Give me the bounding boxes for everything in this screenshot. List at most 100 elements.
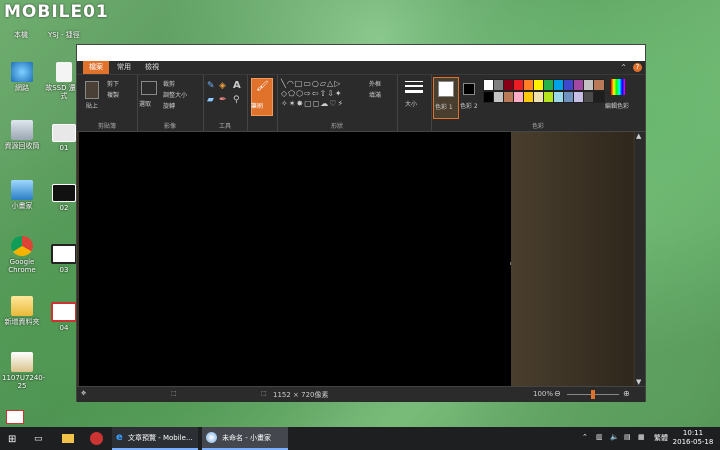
desktop-icon-label: 新增資料夾 xyxy=(4,318,40,326)
clock-date: 2016-05-18 xyxy=(672,438,714,446)
network-icon xyxy=(11,62,33,82)
rotate-button[interactable]: 旋轉 xyxy=(163,101,175,110)
color2-label: 色彩 2 xyxy=(460,103,478,110)
group-colors: 色彩 1 色彩 2 編輯色彩 色彩 xyxy=(431,75,645,131)
fill-button[interactable]: 填滿 xyxy=(369,90,381,99)
copy-button[interactable]: 複製 xyxy=(107,90,119,99)
desktop-icon-new-folder[interactable]: 新增資料夾 xyxy=(2,296,42,326)
desktop-icon-label: 03 xyxy=(59,266,69,274)
group-shapes: ╲◠□▭○▱△▷ ◇⬠⬡⇨⇦⇧⇩✦ ✧✶✸▢◻☁♡⚡ 外框 填滿 形狀 xyxy=(277,75,398,131)
crop-button[interactable]: 裁剪 xyxy=(163,79,175,88)
resize-button[interactable]: 調整大小 xyxy=(163,90,187,99)
folder-icon xyxy=(11,296,33,316)
brush-icon: 🖌 xyxy=(256,81,269,92)
taskbar-app[interactable] xyxy=(90,427,106,450)
tray-overflow-icon[interactable]: ⌃ xyxy=(582,433,588,441)
notifications-icon[interactable]: ▤ xyxy=(624,433,631,441)
mobile01-logo: MOBILE01 xyxy=(4,2,109,22)
select-icon[interactable] xyxy=(141,81,157,95)
clock[interactable]: 10:11 2016-05-18 xyxy=(672,429,714,447)
palette-color-swatch[interactable] xyxy=(593,91,605,103)
selection-size-icon: ⬚ xyxy=(171,390,177,397)
desktop-icon-file[interactable]: 1107U7240-25 xyxy=(2,352,46,390)
desktop-icon-label: 04 xyxy=(59,324,69,332)
desktop-icon-paint[interactable]: 小畫家 xyxy=(2,180,42,210)
edge-icon: e xyxy=(116,432,123,443)
taskbar-file-explorer[interactable] xyxy=(62,427,76,450)
paint-window: 檔案 常用 檢視 ⌃ ? 貼上 剪下 複製 剪貼簿 選取 裁剪 調整大小 旋轉 … xyxy=(76,44,646,402)
group-brushes: 🖌 筆刷 xyxy=(247,75,278,131)
cursor-position-icon: ✥ xyxy=(81,390,87,397)
image-file-icon xyxy=(52,184,76,202)
brushes-button[interactable]: 🖌 xyxy=(251,78,273,116)
select-button[interactable]: 選取 xyxy=(139,99,151,108)
image-file-icon xyxy=(51,302,77,322)
desktop-icon-chrome[interactable]: Google Chrome xyxy=(2,236,42,274)
desktop-icon-label: 1107U7240-25 xyxy=(2,374,46,390)
group-image: 選取 裁剪 調整大小 旋轉 影像 xyxy=(137,75,204,131)
start-button[interactable]: ⊞ xyxy=(8,427,22,450)
scroll-down-icon[interactable]: ▼ xyxy=(636,378,641,386)
windows-logo-icon: ⊞ xyxy=(8,434,17,445)
shapes-row2-icons[interactable]: ◇⬠⬡⇨⇦⇧⇩✦ xyxy=(281,89,343,98)
scroll-up-icon[interactable]: ▲ xyxy=(636,132,641,140)
desktop-icon-network[interactable]: 網路 xyxy=(2,62,42,92)
image-dimensions: 1152 × 720像素 xyxy=(273,391,329,399)
color1-label: 色彩 1 xyxy=(435,104,453,111)
collapse-ribbon-icon[interactable]: ⌃ xyxy=(620,63,627,72)
color2-button[interactable]: 色彩 2 xyxy=(459,77,481,117)
paste-button[interactable]: 貼上 xyxy=(86,101,98,110)
keyboard-icon[interactable]: ▦ xyxy=(638,433,645,441)
color1-swatch xyxy=(438,81,454,97)
shapes-row3-icons[interactable]: ✧✶✸▢◻☁♡⚡ xyxy=(281,99,344,108)
desktop-label-this-pc[interactable]: 本機 xyxy=(14,30,28,40)
desktop-icon-label: 01 xyxy=(59,144,69,152)
cut-button[interactable]: 剪下 xyxy=(107,79,119,88)
zoom-out-icon[interactable]: ⊖ xyxy=(554,389,561,398)
zoom-in-icon[interactable]: ⊕ xyxy=(623,389,630,398)
chrome-icon xyxy=(11,236,33,256)
help-icon[interactable]: ? xyxy=(633,63,642,72)
eraser-icon[interactable]: ▰ xyxy=(207,95,214,105)
task-view-button[interactable]: ▭ xyxy=(34,427,48,450)
folder-icon xyxy=(62,434,74,443)
palette-row-3 xyxy=(483,103,603,113)
brushes-label: 筆刷 xyxy=(251,103,264,110)
volume-icon[interactable]: 🔈 xyxy=(610,433,619,441)
fill-icon[interactable]: ◈ xyxy=(219,81,226,91)
vertical-scrollbar[interactable]: ▲ ▼ xyxy=(635,132,645,386)
paint-title-bar[interactable] xyxy=(77,45,645,61)
canvas-background xyxy=(511,132,633,386)
group-size: 大小 xyxy=(397,75,432,131)
network-tray-icon[interactable]: ▥ xyxy=(596,433,603,441)
color-picker-icon[interactable]: ✒ xyxy=(219,95,227,105)
outline-button[interactable]: 外框 xyxy=(369,79,381,88)
ribbon: 貼上 剪下 複製 剪貼簿 選取 裁剪 調整大小 旋轉 影像 ✎ ◈ A ▰ ✒ … xyxy=(77,75,645,132)
size-button[interactable]: 大小 xyxy=(405,99,417,108)
tab-view[interactable]: 檢視 xyxy=(139,61,165,74)
edit-colors-icon[interactable] xyxy=(611,79,625,95)
desktop-icon-label: Google Chrome xyxy=(8,258,36,274)
desktop-icon-label: 網路 xyxy=(15,84,29,92)
taskbar-task-browser[interactable]: e 文章預覽 - Mobile... xyxy=(112,427,198,450)
shapes-row1-icons[interactable]: ╲◠□▭○▱△▷ xyxy=(281,79,341,88)
text-icon[interactable]: A xyxy=(233,80,241,91)
zoom-slider-thumb[interactable] xyxy=(591,390,595,399)
taskbar-task-paint[interactable]: 未命名 - 小畫家 xyxy=(202,427,288,450)
partial-desktop-icon[interactable] xyxy=(6,410,24,424)
desktop-icon-recycle-bin[interactable]: 資源回收筒 xyxy=(2,120,42,150)
desktop-label-ysj-shortcut[interactable]: YSJ - 捷徑 xyxy=(48,30,80,40)
task-label: 文章預覽 - Mobile... xyxy=(128,434,193,442)
color1-button[interactable]: 色彩 1 xyxy=(433,77,459,119)
edit-colors-button[interactable]: 編輯色彩 xyxy=(605,101,629,110)
pencil-icon[interactable]: ✎ xyxy=(207,81,215,91)
paste-icon[interactable] xyxy=(85,81,99,99)
drawing-canvas[interactable] xyxy=(79,132,511,386)
tab-home[interactable]: 常用 xyxy=(111,61,137,74)
ime-indicator[interactable]: 繁體 xyxy=(654,433,668,443)
palette-color-swatch[interactable] xyxy=(593,79,605,91)
magnifier-icon[interactable]: ⚲ xyxy=(233,95,240,105)
tab-file[interactable]: 檔案 xyxy=(83,61,109,74)
desktop-icon-label: 小畫家 xyxy=(11,202,33,210)
ribbon-tabs: 檔案 常用 檢視 ⌃ ? xyxy=(77,61,645,75)
